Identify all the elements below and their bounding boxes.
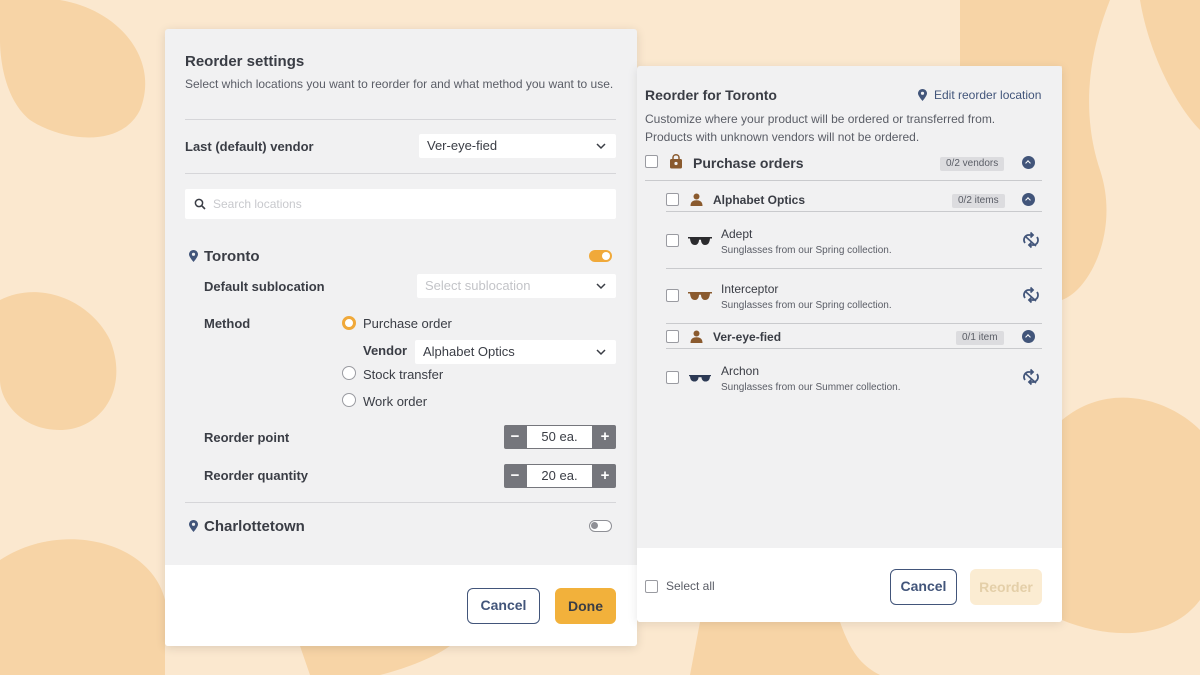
edit-link-label: Edit reorder location xyxy=(934,88,1042,102)
item-description: Sunglasses from our Spring collection. xyxy=(721,300,892,311)
item-name: Interceptor xyxy=(721,282,779,296)
method-radio-stock-transfer[interactable] xyxy=(342,366,356,380)
sync-icon[interactable] xyxy=(1021,368,1041,386)
sublocation-placeholder: Select sublocation xyxy=(425,278,531,293)
divider xyxy=(185,119,616,120)
edit-reorder-location-link[interactable]: Edit reorder location xyxy=(918,88,1042,102)
vendor-checkbox-alphabet-optics[interactable] xyxy=(666,193,679,206)
divider xyxy=(666,268,1042,269)
method-option-label: Stock transfer xyxy=(363,367,444,382)
item-name: Adept xyxy=(721,227,753,241)
method-option-label: Work order xyxy=(363,394,428,409)
dialog-description: Select which locations you want to reord… xyxy=(185,77,614,91)
location-pin-icon xyxy=(189,250,198,262)
divider xyxy=(666,348,1042,349)
chevron-down-icon xyxy=(596,283,606,290)
person-icon xyxy=(690,330,703,343)
toronto-toggle[interactable] xyxy=(589,250,612,262)
items-count-badge: 0/2 items xyxy=(952,194,1005,208)
default-vendor-select[interactable]: Ver-eye-fied xyxy=(419,134,616,158)
shopping-bag-icon xyxy=(670,154,682,169)
purchase-orders-title: Purchase orders xyxy=(693,155,804,171)
search-locations-input[interactable]: Search locations xyxy=(185,189,616,219)
collapse-vendor-button[interactable] xyxy=(1022,193,1035,206)
select-all-checkbox[interactable] xyxy=(645,580,658,593)
sync-icon[interactable] xyxy=(1021,286,1041,304)
sunglasses-icon xyxy=(689,375,711,382)
collapse-vendor-button[interactable] xyxy=(1022,330,1035,343)
vendor-name: Ver-eye-fied xyxy=(713,330,782,344)
collapse-purchase-orders-button[interactable] xyxy=(1022,156,1035,169)
decrement-button[interactable]: − xyxy=(504,425,526,449)
sync-icon[interactable] xyxy=(1021,231,1041,249)
sunglasses-icon xyxy=(688,292,712,300)
vendor-value: Alphabet Optics xyxy=(423,344,515,359)
reorder-quantity-stepper: − 20 ea. + xyxy=(504,464,616,488)
location-name-toronto: Toronto xyxy=(204,248,260,265)
vendor-name: Alphabet Optics xyxy=(713,193,806,207)
items-count-badge: 0/1 item xyxy=(956,331,1004,345)
reorder-settings-dialog: Reorder settings Select which locations … xyxy=(165,29,637,646)
vendor-label: Vendor xyxy=(363,343,408,358)
panel-footer: Select all Cancel Reorder xyxy=(637,548,1062,622)
done-button[interactable]: Done xyxy=(555,588,616,624)
panel-description: Customize where your product will be ord… xyxy=(645,112,996,144)
person-icon xyxy=(690,193,703,206)
item-checkbox-adept[interactable] xyxy=(666,234,679,247)
divider xyxy=(185,173,616,174)
increment-button[interactable]: + xyxy=(594,425,616,449)
method-radio-work-order[interactable] xyxy=(342,393,356,407)
vendor-select[interactable]: Alphabet Optics xyxy=(415,340,616,364)
search-icon xyxy=(194,198,206,210)
dialog-footer: Cancel Done xyxy=(165,565,637,646)
divider xyxy=(666,323,1042,324)
location-pin-icon xyxy=(918,89,927,101)
charlottetown-toggle[interactable] xyxy=(589,520,612,532)
item-description: Sunglasses from our Summer collection. xyxy=(721,382,901,393)
item-checkbox-archon[interactable] xyxy=(666,371,679,384)
chevron-down-icon xyxy=(596,143,606,150)
divider xyxy=(185,502,616,503)
method-label: Method xyxy=(204,316,251,331)
sublocation-select[interactable]: Select sublocation xyxy=(417,274,616,298)
default-vendor-value: Ver-eye-fied xyxy=(427,138,498,153)
chevron-down-icon xyxy=(596,349,606,356)
divider xyxy=(666,211,1042,212)
reorder-quantity-label: Reorder quantity xyxy=(204,468,309,483)
reorder-point-stepper: − 50 ea. + xyxy=(504,425,616,449)
method-option-label: Purchase order xyxy=(363,316,452,331)
location-pin-icon xyxy=(189,520,198,532)
panel-title: Reorder for Toronto xyxy=(645,87,777,103)
location-name-charlottetown: Charlottetown xyxy=(204,518,305,535)
reorder-point-label: Reorder point xyxy=(204,430,290,445)
decrement-button[interactable]: − xyxy=(504,464,526,488)
select-all-label: Select all xyxy=(666,579,715,593)
reorder-quantity-value[interactable]: 20 ea. xyxy=(527,465,592,487)
item-description: Sunglasses from our Spring collection. xyxy=(721,245,892,256)
item-name: Archon xyxy=(721,364,760,378)
vendor-checkbox-ver-eye-fied[interactable] xyxy=(666,330,679,343)
default-vendor-label: Last (default) vendor xyxy=(185,139,314,154)
dialog-title: Reorder settings xyxy=(185,53,305,70)
cancel-button[interactable]: Cancel xyxy=(467,588,540,624)
divider xyxy=(645,180,1042,181)
method-radio-purchase-order[interactable] xyxy=(342,316,356,330)
reorder-button[interactable]: Reorder xyxy=(970,569,1042,605)
purchase-orders-checkbox[interactable] xyxy=(645,155,658,168)
reorder-point-value[interactable]: 50 ea. xyxy=(527,426,592,448)
cancel-button[interactable]: Cancel xyxy=(890,569,957,605)
sunglasses-icon xyxy=(688,237,712,245)
increment-button[interactable]: + xyxy=(594,464,616,488)
vendors-count-badge: 0/2 vendors xyxy=(940,157,1005,171)
search-placeholder: Search locations xyxy=(213,197,302,211)
item-checkbox-interceptor[interactable] xyxy=(666,289,679,302)
default-sublocation-label: Default sublocation xyxy=(204,279,325,294)
reorder-for-location-panel: Reorder for Toronto Edit reorder locatio… xyxy=(637,66,1062,622)
